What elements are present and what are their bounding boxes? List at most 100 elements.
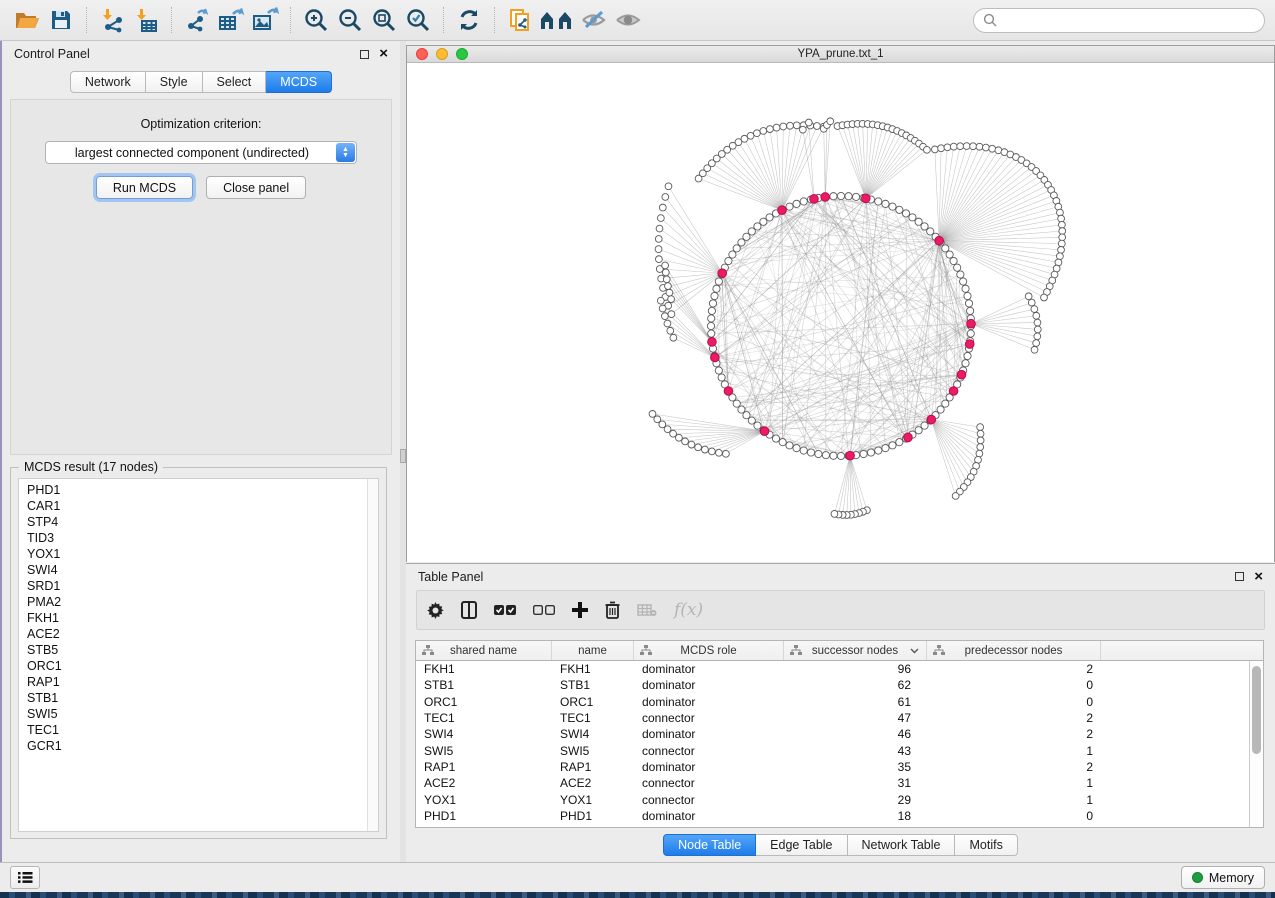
search-field[interactable] bbox=[973, 8, 1265, 33]
result-list-item[interactable]: SWI5 bbox=[27, 706, 370, 722]
network-node[interactable] bbox=[711, 292, 718, 299]
column-header-name[interactable]: name bbox=[552, 641, 634, 660]
table-cell[interactable]: 0 bbox=[927, 809, 1101, 823]
network-node[interactable] bbox=[1058, 215, 1065, 222]
network-node[interactable] bbox=[805, 119, 812, 126]
table-cell[interactable]: 2 bbox=[927, 727, 1101, 741]
network-node[interactable] bbox=[965, 300, 972, 307]
network-node[interactable] bbox=[875, 447, 882, 454]
network-node[interactable] bbox=[1059, 228, 1066, 235]
network-node[interactable] bbox=[661, 313, 668, 320]
table-cell[interactable]: 18 bbox=[784, 809, 927, 823]
copy-network-icon[interactable] bbox=[503, 4, 537, 36]
network-node[interactable] bbox=[964, 292, 971, 299]
network-node[interactable] bbox=[666, 289, 673, 296]
tab-mcds[interactable]: MCDS bbox=[266, 71, 332, 93]
network-node[interactable] bbox=[708, 330, 715, 337]
network-node[interactable] bbox=[889, 442, 896, 449]
float-panel-icon[interactable] bbox=[360, 50, 369, 59]
network-node[interactable] bbox=[1058, 221, 1065, 228]
network-node[interactable] bbox=[946, 251, 953, 258]
zoom-selected-icon[interactable] bbox=[401, 4, 435, 36]
network-node[interactable] bbox=[1033, 312, 1040, 319]
table-cell[interactable]: FKH1 bbox=[416, 662, 552, 676]
network-node[interactable] bbox=[760, 128, 767, 135]
table-cell[interactable]: 2 bbox=[927, 760, 1101, 774]
network-node[interactable] bbox=[830, 452, 837, 459]
network-node[interactable] bbox=[1059, 234, 1066, 241]
network-node[interactable] bbox=[662, 262, 669, 269]
network-node[interactable] bbox=[702, 446, 709, 453]
column-header-shared-name[interactable]: shared name bbox=[416, 641, 552, 660]
network-node[interactable] bbox=[1034, 326, 1041, 333]
network-node[interactable] bbox=[962, 360, 969, 367]
network-node[interactable] bbox=[837, 192, 844, 199]
network-node[interactable] bbox=[942, 245, 949, 252]
network-node[interactable] bbox=[1031, 346, 1038, 353]
show-all-icon[interactable] bbox=[611, 4, 645, 36]
network-node[interactable] bbox=[655, 246, 662, 253]
tab-node-table[interactable]: Node Table bbox=[663, 834, 756, 856]
table-cell[interactable]: 1 bbox=[927, 776, 1101, 790]
network-node[interactable] bbox=[793, 122, 800, 129]
table-cell[interactable]: 35 bbox=[784, 760, 927, 774]
result-list-item[interactable]: FKH1 bbox=[27, 610, 370, 626]
network-node[interactable] bbox=[747, 132, 754, 139]
network-node[interactable] bbox=[708, 307, 715, 314]
network-node[interactable] bbox=[659, 204, 666, 211]
network-node[interactable] bbox=[1058, 247, 1065, 254]
network-canvas[interactable] bbox=[407, 63, 1274, 561]
network-node[interactable] bbox=[977, 437, 984, 444]
network-node[interactable] bbox=[970, 143, 977, 150]
result-list-item[interactable]: CAR1 bbox=[27, 498, 370, 514]
table-cell[interactable]: YOX1 bbox=[552, 793, 634, 807]
table-cell[interactable]: STB1 bbox=[416, 678, 552, 692]
network-node[interactable] bbox=[1025, 293, 1032, 300]
network-node[interactable] bbox=[976, 143, 983, 150]
table-cell[interactable]: STB1 bbox=[552, 678, 634, 692]
table-row[interactable]: FKH1FKH1dominator962 bbox=[416, 661, 1249, 677]
network-node[interactable] bbox=[807, 449, 814, 456]
network-node[interactable] bbox=[800, 447, 807, 454]
table-cell[interactable]: SWI5 bbox=[416, 744, 552, 758]
table-cell[interactable]: dominator bbox=[634, 809, 784, 823]
mcds-hub-node[interactable] bbox=[810, 195, 819, 204]
table-cell[interactable]: dominator bbox=[634, 695, 784, 709]
run-mcds-button[interactable]: Run MCDS bbox=[96, 176, 193, 199]
add-row-icon[interactable] bbox=[572, 602, 588, 618]
mcds-hub-node[interactable] bbox=[965, 340, 974, 349]
network-node[interactable] bbox=[896, 206, 903, 213]
table-cell[interactable]: dominator bbox=[634, 727, 784, 741]
network-node[interactable] bbox=[663, 276, 670, 283]
table-cell[interactable]: ACE2 bbox=[552, 776, 634, 790]
network-node[interactable] bbox=[773, 124, 780, 131]
deselect-all-icon[interactable] bbox=[533, 604, 555, 616]
network-node[interactable] bbox=[713, 285, 720, 292]
export-image-icon[interactable] bbox=[248, 4, 282, 36]
network-node[interactable] bbox=[657, 215, 664, 222]
network-node[interactable] bbox=[938, 145, 945, 152]
table-cell[interactable]: TEC1 bbox=[552, 711, 634, 725]
network-node[interactable] bbox=[827, 118, 834, 125]
network-node[interactable] bbox=[845, 193, 852, 200]
network-node[interactable] bbox=[830, 193, 837, 200]
table-cell[interactable]: 61 bbox=[784, 695, 927, 709]
table-cell[interactable]: RAP1 bbox=[416, 760, 552, 774]
tab-network-table[interactable]: Network Table bbox=[848, 834, 956, 856]
tab-network[interactable]: Network bbox=[70, 71, 146, 93]
network-node[interactable] bbox=[723, 450, 730, 457]
network-node[interactable] bbox=[915, 427, 922, 434]
network-node[interactable] bbox=[977, 430, 984, 437]
table-cell[interactable]: connector bbox=[634, 711, 784, 725]
table-cell[interactable]: ACE2 bbox=[416, 776, 552, 790]
network-node[interactable] bbox=[718, 374, 725, 381]
table-cell[interactable]: 2 bbox=[927, 711, 1101, 725]
mcds-hub-node[interactable] bbox=[718, 269, 727, 278]
network-node[interactable] bbox=[977, 424, 984, 431]
network-node[interactable] bbox=[709, 300, 716, 307]
table-cell[interactable]: 2 bbox=[927, 662, 1101, 676]
network-node[interactable] bbox=[1033, 340, 1040, 347]
table-row[interactable]: ORC1ORC1dominator610 bbox=[416, 694, 1249, 710]
save-session-icon[interactable] bbox=[44, 4, 78, 36]
network-node[interactable] bbox=[944, 144, 951, 151]
